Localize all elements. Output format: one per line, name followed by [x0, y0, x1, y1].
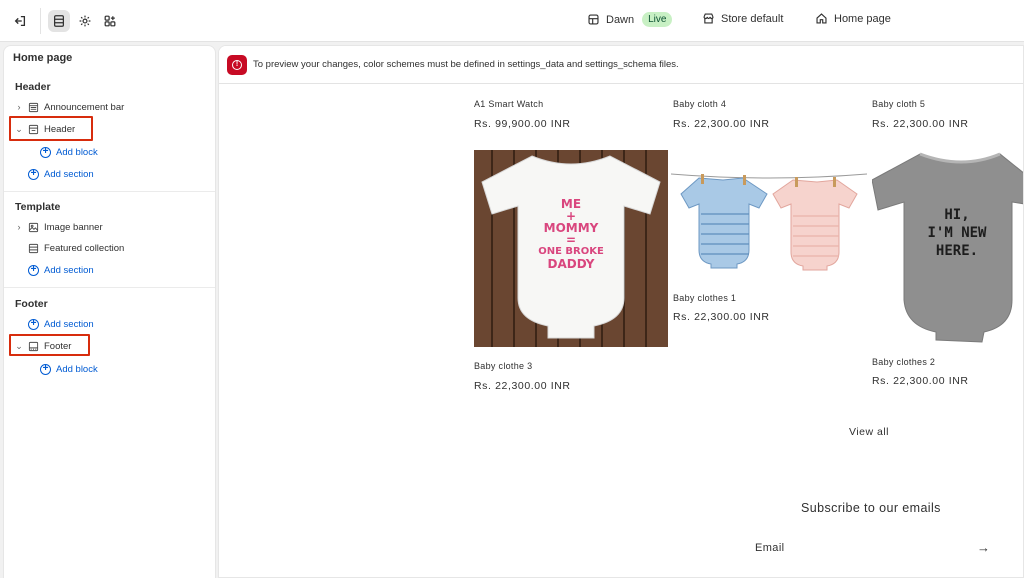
- apps-icon[interactable]: [99, 10, 121, 32]
- plus-circle-icon: +: [40, 146, 51, 158]
- product-price: Rs. 22,300.00 INR: [872, 375, 969, 387]
- group-header-title: Header: [15, 81, 51, 93]
- live-badge: Live: [642, 12, 673, 27]
- plus-circle-icon: +: [28, 264, 39, 276]
- group-template-title: Template: [15, 201, 61, 213]
- plus-circle-icon: +: [40, 363, 51, 375]
- sidebar-item-announcement-bar[interactable]: › Announcement bar: [14, 97, 125, 117]
- product-image-baby-clothe-3[interactable]: ME + MOMMY = ONE BROKE DADDY: [474, 150, 668, 347]
- chevron-right-icon[interactable]: ›: [14, 102, 24, 112]
- top-bar: Dawn Live Store default Home page: [0, 0, 1024, 42]
- divider: [4, 287, 215, 288]
- store-icon: [703, 13, 714, 24]
- image-icon: [28, 222, 39, 233]
- sidebar-title: Home page: [13, 52, 73, 64]
- highlight-box: [9, 116, 93, 141]
- product-name[interactable]: Baby cloth 4: [673, 99, 726, 109]
- add-block-label: Add block: [56, 146, 98, 158]
- toolbar-divider: [40, 8, 41, 34]
- arrow-right-icon[interactable]: →: [977, 540, 990, 555]
- group-footer-title: Footer: [15, 298, 48, 310]
- product-image-baby-clothes-2[interactable]: HI, I'M NEW HERE.: [872, 150, 1023, 346]
- sidebar-item-label: Image banner: [44, 221, 103, 233]
- plus-circle-icon: +: [28, 318, 39, 330]
- grey-onesie-print: HI, I'M NEW HERE.: [927, 207, 987, 259]
- page-label: Home page: [834, 12, 891, 25]
- announcement-icon: [28, 102, 39, 113]
- plus-circle-icon: +: [28, 168, 39, 180]
- add-block-button[interactable]: + Add block: [40, 360, 98, 378]
- view-all-link[interactable]: View all: [849, 426, 889, 438]
- sidebar-item-image-banner[interactable]: › Image banner: [14, 217, 103, 237]
- theme-selector[interactable]: Dawn Live: [587, 12, 673, 27]
- product-name[interactable]: Baby clothes 2: [872, 357, 935, 367]
- theme-name: Dawn: [606, 13, 635, 26]
- add-block-label: Add block: [56, 363, 98, 375]
- onesie-print: ME + MOMMY = ONE BROKE DADDY: [538, 197, 604, 271]
- sections-sidebar: Home page Header › Announcement bar ⌄ He…: [3, 45, 216, 578]
- collection-icon: [28, 243, 39, 254]
- theme-icon: [588, 14, 599, 25]
- add-section-button[interactable]: + Add section: [28, 261, 94, 279]
- subscribe-heading: Subscribe to our emails: [801, 501, 941, 515]
- add-block-button[interactable]: + Add block: [40, 143, 98, 161]
- add-section-button[interactable]: + Add section: [28, 165, 94, 183]
- product-price: Rs. 22,300.00 INR: [474, 380, 571, 392]
- email-field[interactable]: Email: [755, 542, 785, 554]
- add-section-button[interactable]: + Add section: [28, 315, 94, 333]
- product-price: Rs. 22,300.00 INR: [872, 118, 969, 130]
- add-section-label: Add section: [44, 168, 94, 180]
- highlight-box: [9, 334, 90, 356]
- page-selector[interactable]: Home page: [815, 12, 891, 25]
- exit-icon[interactable]: [9, 10, 31, 32]
- sidebar-item-label: Featured collection: [44, 242, 125, 254]
- product-image-baby-clothes-1[interactable]: [671, 164, 867, 274]
- product-price: Rs. 99,900.00 INR: [474, 118, 571, 130]
- gear-icon[interactable]: [74, 10, 96, 32]
- clothesline-image: [671, 173, 867, 271]
- sections-icon[interactable]: [48, 10, 70, 32]
- product-price: Rs. 22,300.00 INR: [673, 311, 770, 323]
- product-name[interactable]: Baby clothes 1: [673, 293, 736, 303]
- sidebar-item-featured-collection[interactable]: Featured collection: [14, 238, 124, 258]
- banner-message: To preview your changes, color schemes m…: [253, 59, 679, 70]
- theme-preview: ! To preview your changes, color schemes…: [218, 45, 1024, 578]
- product-name[interactable]: Baby cloth 5: [872, 99, 925, 109]
- alert-icon: !: [227, 54, 247, 75]
- home-icon: [816, 13, 827, 24]
- store-label: Store default: [721, 12, 784, 25]
- sidebar-item-label: Announcement bar: [44, 101, 125, 113]
- chevron-right-icon[interactable]: ›: [14, 222, 24, 232]
- product-price: Rs. 22,300.00 INR: [673, 118, 770, 130]
- product-name[interactable]: A1 Smart Watch: [474, 99, 543, 109]
- add-section-label: Add section: [44, 318, 94, 330]
- add-section-label: Add section: [44, 264, 94, 276]
- divider: [4, 191, 215, 192]
- store-selector[interactable]: Store default: [702, 12, 783, 25]
- critical-banner: ! To preview your changes, color schemes…: [219, 46, 1023, 84]
- product-name[interactable]: Baby clothe 3: [474, 361, 532, 371]
